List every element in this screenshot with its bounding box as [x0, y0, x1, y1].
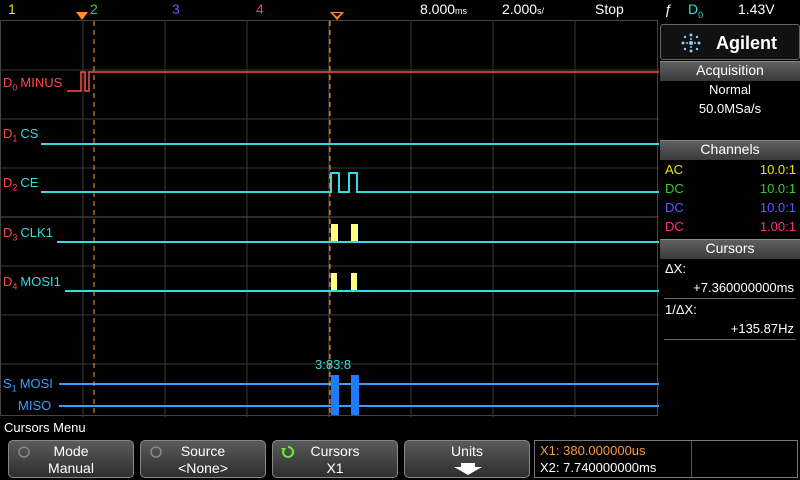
softkey-value: Manual [48, 460, 94, 476]
brand-logo: Agilent [660, 24, 800, 60]
cursor-readout: X1: 380.000000us X2: 7.740000000ms [534, 440, 798, 478]
channel-probe-ratio: 1.00:1 [759, 219, 796, 234]
trace-label-prefix: D [3, 274, 13, 289]
channel-3-indicator[interactable]: 3 [172, 1, 180, 17]
softkey-label: Units [451, 443, 483, 459]
channel-2-indicator[interactable]: 2 [90, 1, 98, 17]
trace-label-index: 0 [12, 82, 18, 93]
run-state: Stop [595, 1, 624, 17]
channel-row-2: DC 10.0:1 [660, 179, 800, 198]
trace-label-index: 1 [12, 133, 18, 144]
trace-label-name: MOSI [19, 376, 53, 391]
trace-label-name: MISO [18, 398, 52, 413]
time-reference-value: 8.000 [420, 1, 456, 17]
time-per-div-value: 2.000 [502, 1, 538, 17]
trace-label-d2[interactable]: D2 CE [3, 175, 38, 193]
channel-row-4: DC 1.00:1 [660, 217, 800, 236]
status-bar: 1 2 3 4 8.000ms 2.000s/ Stop ƒ D0 1.43V [0, 0, 800, 20]
x1-readout: X1: 380.000000us [540, 443, 646, 458]
inverse-delta-x-value: +135.87Hz [730, 321, 794, 336]
sample-rate: 50.0MSa/s [698, 101, 762, 116]
x2-readout: X2: 7.740000000ms [540, 460, 657, 475]
trace-label-s1-miso[interactable]: MISO [15, 398, 51, 413]
trace-label-prefix: D [3, 75, 13, 90]
trace-label-prefix: D [3, 225, 13, 240]
delta-x-label: ΔX: [665, 261, 686, 276]
trace-label-d4[interactable]: D4 MOSI1 [3, 274, 61, 292]
channel-4-indicator[interactable]: 4 [256, 1, 264, 17]
delta-x-value: +7.360000000ms [693, 280, 794, 295]
cursors-header: Cursors [660, 239, 800, 259]
trace-label-index: 4 [12, 281, 18, 292]
trace-label-index: 3 [12, 232, 18, 243]
menu-title: Cursors Menu [0, 420, 800, 438]
trace-label-name: CLK1 [20, 225, 53, 240]
trigger-level: 1.43V [738, 1, 775, 17]
trigger-edge-icon: ƒ [664, 1, 672, 17]
channels-header: Channels [660, 140, 800, 160]
trace-label-prefix: D [3, 175, 13, 190]
acquisition-mode: Normal [709, 82, 751, 97]
trace-label-index: 1 [11, 383, 17, 394]
acquisition-header: Acquisition [660, 61, 800, 81]
softkey-value: <None> [178, 460, 228, 476]
waveform-display[interactable]: D0 MINUS D1 CS D2 CE D3 CLK1 D4 MOSI1 S1 MOSI … [0, 20, 659, 417]
inverse-delta-x-label: 1/ΔX: [665, 302, 697, 317]
trace-label-d1[interactable]: D1 CS [3, 126, 38, 144]
trace-label-prefix: S [3, 376, 12, 391]
time-per-div-readout: 2.000s/ [502, 1, 544, 17]
info-panel: Agilent Acquisition Normal 50.0MSa/s Cha… [660, 20, 800, 420]
source-softkey[interactable]: Source <None> [140, 440, 266, 478]
trace-label-index: 2 [12, 182, 18, 193]
decode-packet-2[interactable] [351, 375, 359, 415]
submenu-arrow-icon [454, 463, 482, 475]
units-softkey[interactable]: Units [404, 440, 530, 478]
clk1-burst-1 [331, 224, 338, 241]
channel-coupling: DC [665, 219, 684, 234]
channel-row-3: DC 10.0:1 [660, 198, 800, 217]
trace-label-name: MOSI1 [20, 274, 61, 289]
time-reference-unit: ms [455, 6, 468, 16]
cursor-divider [664, 339, 796, 340]
channel-coupling: AC [665, 162, 684, 177]
channel-coupling: DC [665, 200, 684, 215]
trace-label-name: MINUS [20, 75, 63, 90]
cursors-softkey[interactable]: Cursors X1 [272, 440, 398, 478]
channel-probe-ratio: 10.0:1 [759, 200, 796, 215]
mosi1-burst-1 [331, 273, 337, 290]
softkey-label: Mode [53, 443, 89, 459]
clk1-burst-2 [351, 224, 358, 241]
trigger-source-letter: D [688, 1, 699, 17]
trace-label-d3[interactable]: D3 CLK1 [3, 225, 53, 243]
time-per-div-unit: s/ [537, 6, 545, 16]
channel-1-indicator[interactable]: 1 [8, 1, 16, 17]
trace-d0 [67, 71, 659, 92]
channel-row-1: AC 10.0:1 [660, 160, 800, 179]
softkey-label: Source [180, 443, 226, 459]
decode-value-label: 3:83:8 [315, 357, 352, 372]
readout-divider [691, 441, 692, 477]
mosi1-burst-2 [351, 273, 357, 290]
channel-probe-ratio: 10.0:1 [759, 181, 796, 196]
decode-packet-1[interactable] [331, 375, 339, 415]
trigger-source: D0 [688, 1, 703, 20]
time-reference-readout: 8.000ms [420, 1, 467, 17]
trace-label-d0[interactable]: D0 MINUS [3, 75, 62, 93]
softkey-value: X1 [326, 460, 344, 476]
softkey-label: Cursors [310, 443, 360, 459]
channel-probe-ratio: 10.0:1 [759, 162, 796, 177]
trigger-source-index: 0 [698, 9, 704, 20]
trace-label-name: CS [20, 126, 39, 141]
trace-label-prefix: D [3, 126, 13, 141]
cursor-divider [664, 298, 796, 299]
channel-coupling: DC [665, 181, 684, 196]
brand-name: Agilent [716, 33, 777, 53]
trace-label-s1-mosi[interactable]: S1 MOSI [3, 376, 53, 394]
trace-d2 [41, 172, 659, 193]
agilent-spark-icon [681, 33, 701, 53]
trace-label-name: CE [20, 175, 39, 190]
mode-softkey[interactable]: Mode Manual [8, 440, 134, 478]
